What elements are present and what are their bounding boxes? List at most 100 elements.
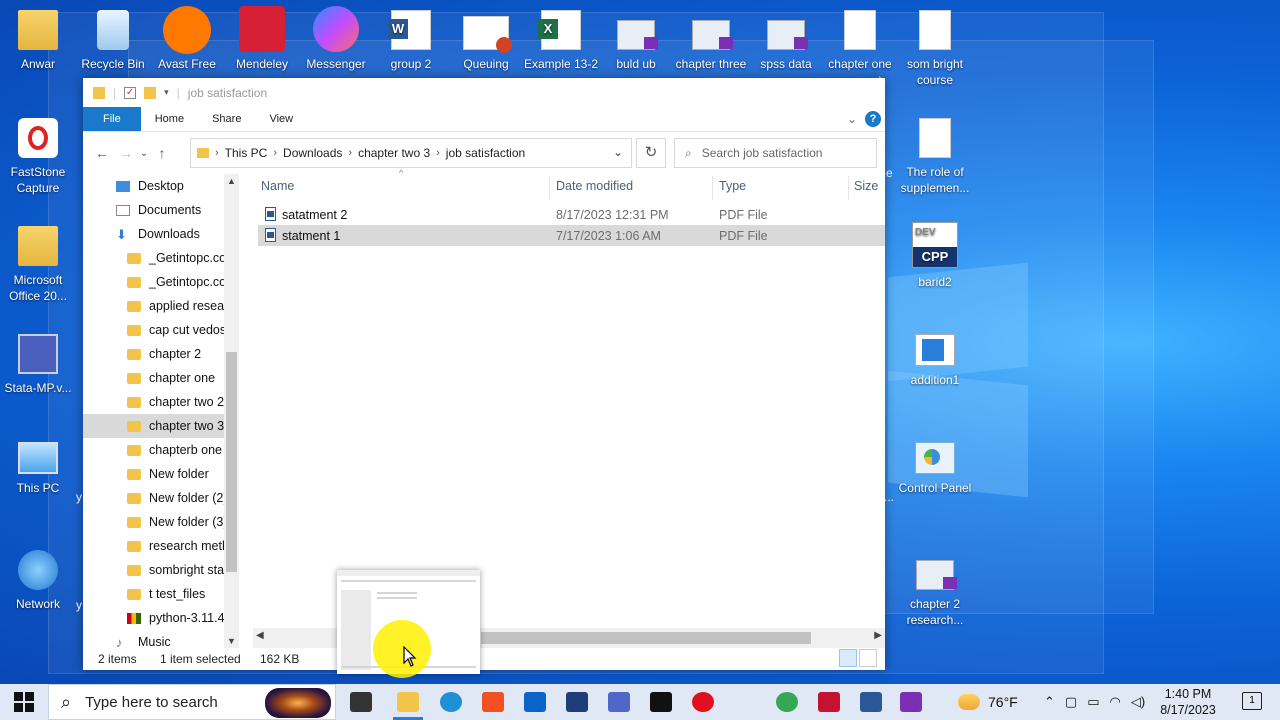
tab-file[interactable]: File: [83, 107, 141, 131]
nav-item[interactable]: Documents: [83, 198, 239, 222]
desktop-icon-faststone[interactable]: FastStone Capture: [0, 118, 76, 196]
search-input[interactable]: ⌕ Search job satisfaction: [674, 138, 877, 168]
weather-widget[interactable]: 76°F: [958, 684, 1018, 720]
nav-item[interactable]: ⬇ Downloads: [83, 222, 239, 246]
nav-item[interactable]: _Getintopc.com: [83, 246, 239, 270]
wifi-icon[interactable]: ◠: [1110, 694, 1121, 710]
tab-share[interactable]: Share: [198, 107, 255, 131]
new-folder-icon[interactable]: [144, 86, 157, 99]
nav-item[interactable]: chapter two 2: [83, 390, 239, 414]
desktop-icon-chapter-one[interactable]: chapter one: [822, 10, 898, 72]
file-explorer-window[interactable]: | ✓ ▾ | job satisfaction File Home Share…: [83, 78, 885, 670]
edge-icon[interactable]: [440, 692, 462, 712]
scroll-up-icon[interactable]: ▲: [224, 176, 239, 186]
nav-scrollbar[interactable]: ▲ ▼: [224, 174, 239, 648]
video-editor-icon[interactable]: [900, 692, 922, 712]
capcut-icon[interactable]: [650, 692, 672, 712]
tab-view[interactable]: View: [255, 107, 307, 131]
large-icons-view-button[interactable]: [859, 649, 877, 667]
desktop-icon-mendeley[interactable]: Mendeley: [224, 6, 300, 72]
scroll-down-icon[interactable]: ▼: [224, 636, 239, 646]
nav-item[interactable]: chapter two 3: [83, 414, 239, 438]
expand-ribbon-icon[interactable]: ⌄: [847, 112, 857, 126]
up-button[interactable]: ↑: [150, 145, 174, 161]
battery-icon[interactable]: ▭: [1087, 694, 1099, 710]
desktop-icon-chapter-three[interactable]: chapter three: [673, 10, 749, 72]
desktop-icon-group2[interactable]: W group 2: [373, 10, 449, 72]
desktop-icon-role-of-supplement[interactable]: The role of supplemen...: [897, 118, 973, 196]
scrollbar-thumb[interactable]: [226, 352, 237, 572]
column-date-modified[interactable]: Date modified: [556, 179, 633, 193]
chevron-right-icon[interactable]: ›: [215, 147, 219, 159]
desktop-icon-spss-data[interactable]: spss data: [748, 10, 824, 72]
mail-icon[interactable]: [524, 692, 546, 712]
desktop-icon-buld-ub[interactable]: buld ub: [598, 10, 674, 72]
meet-now-icon[interactable]: ▢: [1065, 694, 1077, 710]
properties-icon[interactable]: ✓: [124, 86, 137, 99]
desktop-icon-queuing[interactable]: Queuing: [448, 10, 524, 72]
forward-button[interactable]: →: [114, 145, 138, 161]
chevron-right-icon[interactable]: ›: [436, 147, 440, 159]
word-taskbar-icon[interactable]: [860, 692, 882, 712]
desktop-icon-control-panel[interactable]: Control Panel: [897, 442, 973, 496]
scroll-left-icon[interactable]: ◀: [256, 630, 264, 641]
nav-item[interactable]: New folder: [83, 462, 239, 486]
desktop-icon-recycle-bin[interactable]: Recycle Bin: [75, 10, 151, 72]
breadcrumb-downloads[interactable]: Downloads: [283, 146, 342, 160]
chrome-icon[interactable]: [776, 692, 798, 712]
column-type[interactable]: Type: [719, 179, 746, 193]
taskbar-clock[interactable]: 1:40 PM 8/17/2023: [1152, 686, 1224, 718]
nav-item[interactable]: Desktop: [83, 174, 239, 198]
quick-access-dropdown-icon[interactable]: ▾: [164, 87, 169, 98]
taskbar-search-box[interactable]: ⌕ Type here to search: [48, 684, 336, 720]
stata-taskbar-icon[interactable]: [608, 692, 630, 712]
notifications-button[interactable]: 1: [1242, 692, 1262, 710]
nav-item[interactable]: _Getintopc.com: [83, 270, 239, 294]
breadcrumb-this-pc[interactable]: This PC: [225, 146, 268, 160]
column-name[interactable]: Name: [261, 179, 294, 193]
opera-icon[interactable]: [692, 692, 714, 712]
scrollbar-thumb[interactable]: [481, 632, 811, 644]
nav-item[interactable]: applied research: [83, 294, 239, 318]
nav-item[interactable]: sombright stati: [83, 558, 239, 582]
table-row[interactable]: satatment 2 8/17/2023 12:31 PM PDF File: [258, 204, 885, 225]
volume-icon[interactable]: ◁): [1131, 694, 1145, 710]
nav-item[interactable]: research methc: [83, 534, 239, 558]
file-explorer-icon[interactable]: [393, 692, 423, 720]
refresh-button[interactable]: ↻: [636, 138, 666, 168]
column-size[interactable]: Size: [854, 179, 878, 193]
desktop-icon-anwar[interactable]: Anwar: [0, 10, 76, 72]
devcpp-icon[interactable]: [566, 692, 588, 712]
desktop-icon-chapter2-research[interactable]: chapter 2 research...: [897, 560, 973, 628]
nav-item[interactable]: chapterb one 3: [83, 438, 239, 462]
desktop-icon-addition1[interactable]: addition1: [897, 334, 973, 388]
breadcrumb-job-satisfaction[interactable]: job satisfaction: [446, 146, 525, 160]
nav-item[interactable]: chapter 2: [83, 342, 239, 366]
nav-item[interactable]: python-3.11.4-: [83, 606, 239, 630]
desktop-icon-this-pc[interactable]: This PC: [0, 442, 76, 496]
desktop-icon-messenger[interactable]: Messenger: [298, 6, 374, 72]
nav-item[interactable]: ♪ Music: [83, 630, 239, 648]
nav-item[interactable]: chapter one: [83, 366, 239, 390]
breadcrumb-chapter-two-3[interactable]: chapter two 3: [358, 146, 430, 160]
details-view-button[interactable]: [839, 649, 857, 667]
desktop-icon-som-bright-course[interactable]: som bright course: [897, 10, 973, 88]
address-dropdown-icon[interactable]: ⌄: [613, 145, 623, 159]
help-icon[interactable]: ?: [865, 111, 881, 127]
tab-home[interactable]: Home: [141, 107, 198, 131]
chevron-right-icon[interactable]: ›: [348, 147, 352, 159]
desktop-icon-barid2[interactable]: DEV CPP barid2: [897, 222, 973, 290]
desktop-icon-avast[interactable]: Avast Free: [149, 6, 225, 72]
desktop-icon-network[interactable]: Network: [0, 550, 76, 612]
nav-item[interactable]: cap cut vedos: [83, 318, 239, 342]
scroll-right-icon[interactable]: ▶: [874, 630, 882, 641]
chevron-right-icon[interactable]: ›: [273, 147, 277, 159]
address-bar[interactable]: › This PC › Downloads › chapter two 3 › …: [190, 138, 632, 168]
desktop-icon-example-13-2[interactable]: X Example 13-2: [523, 10, 599, 72]
store-icon[interactable]: [482, 692, 504, 712]
recent-locations-icon[interactable]: ⌄: [138, 148, 150, 159]
mendeley-taskbar-icon[interactable]: [818, 692, 840, 712]
desktop-icon-office-folder[interactable]: Microsoft Office 20...: [0, 226, 76, 304]
task-view-icon[interactable]: [350, 692, 372, 712]
chevron-up-icon[interactable]: ⌃: [1044, 694, 1055, 710]
